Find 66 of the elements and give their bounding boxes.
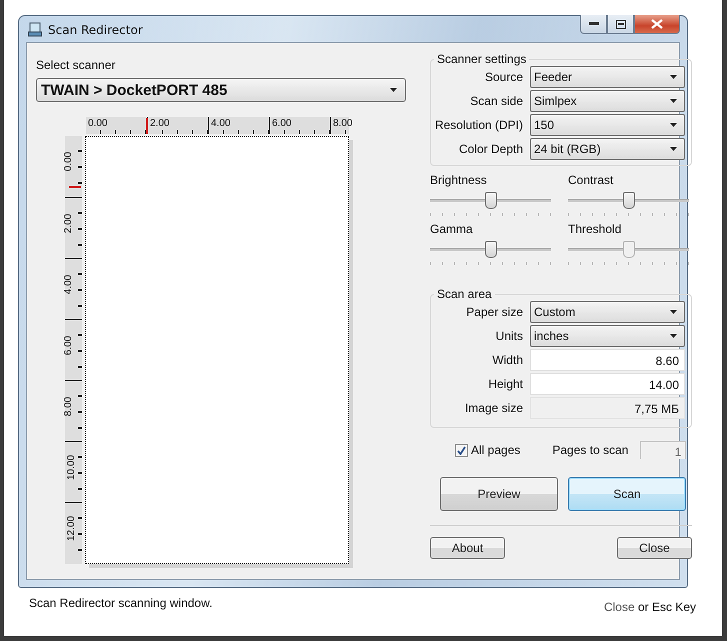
ruler-label: 4.00 <box>63 274 74 294</box>
caret-icon <box>670 310 677 314</box>
window-title: Scan Redirector <box>48 22 143 36</box>
minimize-icon <box>588 22 598 26</box>
ruler-label: 2.00 <box>150 118 170 129</box>
close-link[interactable]: Close <box>604 600 635 614</box>
scanner-label: Select scanner <box>36 58 116 72</box>
caption: Scan Redirector scanning window. <box>29 596 212 612</box>
maximize-icon <box>616 20 626 28</box>
minimize-button[interactable] <box>580 15 607 34</box>
dropdown[interactable]: Simlpex <box>530 90 685 112</box>
caret-icon <box>670 334 677 338</box>
dropdown[interactable]: 150 <box>530 114 685 136</box>
close-button[interactable] <box>634 15 680 34</box>
field-label: Source <box>484 70 523 84</box>
ruler-label: 12.00 <box>66 516 78 542</box>
slider-label: Contrast <box>568 173 614 187</box>
caret-icon <box>670 75 677 79</box>
ruler-label: 8.00 <box>63 396 74 416</box>
dropdown[interactable]: Feeder <box>530 66 685 88</box>
field-label: Color Depth <box>458 142 523 156</box>
field-label: Pages to scan <box>552 443 628 457</box>
caret-icon <box>390 88 397 92</box>
group-title: Scanner settings <box>436 52 528 66</box>
field-label: Units <box>494 329 523 343</box>
dropdown[interactable]: 24 bit (RGB) <box>530 138 685 160</box>
ruler-label: 0.00 <box>63 152 74 172</box>
action-button[interactable]: Preview <box>440 477 558 511</box>
dialog-button[interactable]: About <box>430 537 505 559</box>
field-label: Image size <box>464 401 523 415</box>
ruler-label: 6.00 <box>272 118 292 129</box>
field-label: Paper size <box>465 305 523 319</box>
key-hint: or Esc Key <box>638 600 696 614</box>
dropdown[interactable]: inches <box>530 325 685 347</box>
scanner-icon <box>28 22 42 37</box>
all-pages-checkbox[interactable]: All pages <box>455 443 520 457</box>
slider-label: Brightness <box>430 173 488 187</box>
slider-thumb[interactable] <box>484 241 496 258</box>
caret-icon <box>670 147 677 151</box>
readonly-field: 7,75 МБ <box>530 397 685 419</box>
dropdown[interactable]: Custom <box>530 301 685 323</box>
slider-label: Threshold <box>568 222 622 236</box>
close-icon <box>651 19 663 29</box>
caret-icon <box>670 123 677 127</box>
input-field[interactable]: 8.60 <box>530 349 685 371</box>
field-label: Resolution (DPI) <box>434 118 523 132</box>
ruler-label: 10.00 <box>66 454 78 480</box>
caret-icon <box>670 99 677 103</box>
ruler-label: 0.00 <box>88 118 108 129</box>
group-title: Scan area <box>436 287 493 301</box>
checkmark-icon <box>457 446 466 454</box>
field-label: Scan side <box>469 94 523 108</box>
slider-label: Gamma <box>430 222 474 236</box>
ruler-label: 8.00 <box>333 118 352 129</box>
maximize-button[interactable] <box>607 15 634 34</box>
field-label: Height <box>487 377 523 391</box>
input-field[interactable]: 14.00 <box>530 373 685 395</box>
ruler-label: 2.00 <box>63 214 74 234</box>
ruler-label: 6.00 <box>63 336 74 356</box>
ruler-label: 4.00 <box>211 118 230 129</box>
slider-thumb[interactable] <box>484 192 496 209</box>
slider-thumb[interactable] <box>622 192 634 209</box>
action-button[interactable]: Scan <box>568 477 686 511</box>
field-label: Width <box>491 353 523 367</box>
scanner-dropdown[interactable]: TWAIN > DocketPORT 485 <box>36 78 406 102</box>
dialog-button[interactable]: Close <box>617 537 692 559</box>
